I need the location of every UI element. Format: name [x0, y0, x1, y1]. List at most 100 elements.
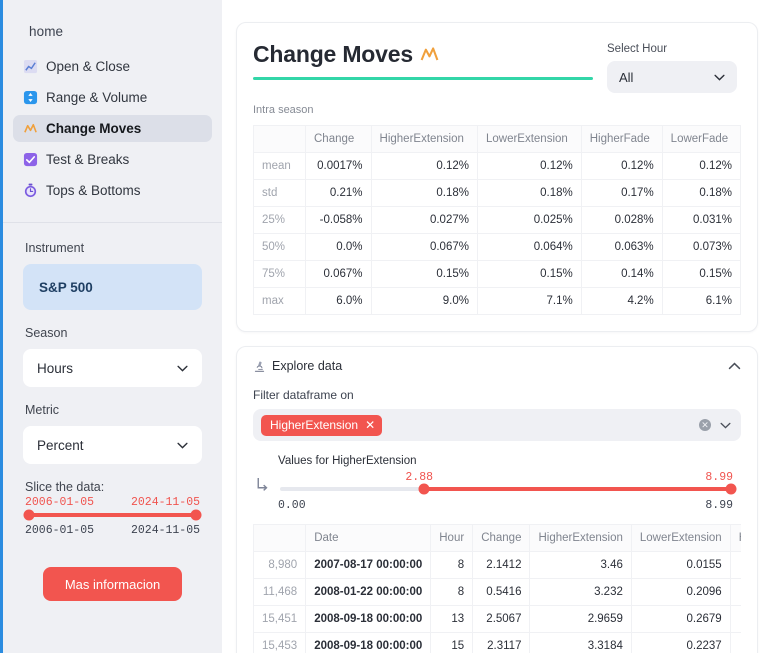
sidebar-item-change-moves[interactable]: Change Moves — [13, 115, 212, 142]
stats-cell: 0.067% — [305, 260, 372, 288]
dataframe-row-index: 11,468 — [253, 578, 307, 606]
value-slider-min: 0.00 — [278, 499, 306, 512]
multiselect-actions: ✕ — [699, 419, 731, 431]
table-row: 25% -0.058% 0.027% 0.025% 0.028% 0.031% — [253, 206, 742, 234]
stats-cell: 6.0% — [305, 287, 372, 315]
sidebar: home Open & Close Range & Volume Change … — [0, 0, 222, 653]
metric-select[interactable]: Percent — [23, 426, 202, 464]
chart-line-icon — [23, 59, 38, 74]
dataframe-col-header: LowerExtension — [630, 524, 731, 552]
value-slider-selected-high: 8.99 — [705, 471, 733, 484]
dataframe-cell: 2007-08-17 00:00:00 — [305, 551, 432, 579]
slider-track[interactable] — [23, 509, 202, 521]
stats-row-index: 25% — [253, 206, 306, 234]
date-range-slider[interactable]: 2006-01-05 2024-11-05 2006-01-05 2024-11… — [23, 496, 202, 537]
sidebar-item-open-close[interactable]: Open & Close — [13, 53, 212, 80]
dataframe-col-header: Change — [472, 524, 531, 552]
stats-cell: 0.12% — [580, 152, 663, 180]
stats-col-header: HigherFade — [580, 125, 663, 153]
table-row: 15,453 2008-09-18 00:00:00 15 2.3117 3.3184 0… — [253, 632, 741, 653]
dataframe-col-header: Date — [305, 524, 432, 552]
explore-title: Explore data — [253, 359, 342, 373]
stats-cell: 0.15% — [661, 260, 742, 288]
stats-cell: 0.18% — [661, 179, 742, 207]
dataframe-cell: 0.5416 — [472, 578, 531, 606]
slider-selected-values: 2006-01-05 2024-11-05 — [25, 496, 200, 509]
values-slider-body: Values for HigherExtension 2.88 8.99 0.0… — [278, 455, 741, 512]
value-slider-fill — [424, 487, 731, 491]
sidebar-controls: Instrument S&P 500 Season Hours Metric P… — [3, 241, 222, 601]
table-row: 8,980 2007-08-17 00:00:00 8 2.1412 3.46 0.015… — [253, 551, 741, 579]
select-hour-group: Select Hour All — [607, 41, 737, 93]
sidebar-home-link[interactable]: home — [3, 0, 222, 39]
sidebar-nav: Open & Close Range & Volume Change Moves — [3, 53, 222, 204]
dataframe-scroll[interactable]: Date Hour Change HigherExtension LowerExtens… — [253, 524, 741, 653]
instrument-value[interactable]: S&P 500 — [23, 264, 202, 310]
stats-cell: 0.12% — [476, 152, 582, 180]
stats-cell: 0.031% — [661, 206, 742, 234]
stats-cell: 0.12% — [370, 152, 478, 180]
dataframe-cell: 0.2237 — [630, 632, 731, 653]
stats-cell: 0.21% — [305, 179, 372, 207]
chevron-up-icon[interactable] — [728, 362, 741, 370]
filter-chip-label: HigherExtension — [270, 418, 359, 432]
mountain-icon — [420, 47, 439, 61]
dataframe-cell: 2008-01-22 00:00:00 — [305, 578, 432, 606]
season-select[interactable]: Hours — [23, 349, 202, 387]
dataframe-row-index: 15,453 — [253, 632, 307, 653]
chevron-down-icon[interactable] — [720, 422, 731, 429]
stats-col-header: LowerFade — [661, 125, 742, 153]
dataframe-col-header — [253, 524, 307, 552]
explore-data-card: Explore data Filter dataframe on HigherE… — [236, 346, 758, 653]
slider-thumb-min[interactable] — [23, 509, 35, 521]
dataframe-col-header: HigherExtension — [529, 524, 632, 552]
dataframe-cell: 8 — [430, 578, 474, 606]
filter-chip-higherextension[interactable]: HigherExtension ✕ — [261, 414, 383, 436]
dataframe-cell: 2008-09-18 00:00:00 — [305, 632, 432, 653]
sidebar-item-tops-bottoms[interactable]: Tops & Bottoms — [13, 177, 212, 204]
dataframe-cell: 2.6062 — [729, 578, 741, 606]
value-slider-thumb-high[interactable] — [725, 483, 737, 495]
stats-cell: 0.064% — [476, 233, 582, 261]
select-hour-label: Select Hour — [607, 43, 668, 55]
stats-cell: 0.063% — [580, 233, 663, 261]
stats-col-header: LowerExtension — [476, 125, 582, 153]
sidebar-item-range-volume[interactable]: Range & Volume — [13, 84, 212, 111]
slider-max-bound: 2024-11-05 — [130, 524, 200, 537]
stats-row-index: std — [253, 179, 306, 207]
slider-thumb-max[interactable] — [190, 509, 202, 521]
stats-cell: 0.12% — [661, 152, 742, 180]
table-row: mean 0.0017% 0.12% 0.12% 0.12% 0.12% — [253, 152, 742, 180]
statistics-table-body: mean 0.0017% 0.12% 0.12% 0.12% 0.12% std 0.21% 0… — [253, 152, 742, 315]
microscope-icon — [254, 361, 265, 372]
sidebar-item-label: Open & Close — [46, 59, 131, 74]
dataframe-cell: 2.5067 — [472, 605, 531, 633]
value-slider-thumb-low[interactable] — [418, 483, 430, 495]
table-header-row: Change HigherExtension LowerExtension Highe… — [253, 125, 742, 153]
chevron-down-icon — [714, 74, 725, 81]
filter-multiselect[interactable]: HigherExtension ✕ ✕ — [253, 409, 741, 441]
table-row: 75% 0.067% 0.15% 0.15% 0.14% 0.15% — [253, 260, 742, 288]
mas-informacion-button[interactable]: Mas informacion — [43, 567, 182, 601]
table-row: 11,468 2008-01-22 00:00:00 8 0.5416 3.232 0.2… — [253, 578, 741, 606]
select-hour-dropdown[interactable]: All — [607, 61, 737, 93]
slider-bounds: 2006-01-05 2024-11-05 — [25, 524, 200, 537]
stats-row-index: max — [253, 287, 306, 315]
slice-data-label: Slice the data: — [25, 480, 105, 494]
statistics-table: Change HigherExtension LowerExtension Highe… — [253, 125, 742, 315]
value-slider-track[interactable] — [280, 483, 737, 495]
sidebar-item-test-breaks[interactable]: Test & Breaks — [13, 146, 212, 173]
sidebar-divider — [3, 222, 222, 223]
clear-all-icon[interactable]: ✕ — [699, 419, 711, 431]
stats-cell: 0.14% — [580, 260, 663, 288]
table-row: 15,451 2008-09-18 00:00:00 13 2.5067 2.9659 0… — [253, 605, 741, 633]
dataframe-cell: 13 — [430, 605, 474, 633]
instrument-label: Instrument — [25, 241, 85, 255]
dataframe-table-body: 8,980 2007-08-17 00:00:00 8 2.1412 3.46 0.015… — [253, 551, 741, 653]
dataframe-cell: 2.3117 — [472, 632, 531, 653]
filter-dataframe-label: Filter dataframe on — [253, 388, 354, 402]
explore-header[interactable]: Explore data — [253, 359, 741, 373]
slider-selected-max: 2024-11-05 — [130, 496, 200, 509]
stats-cell: -0.058% — [305, 206, 372, 234]
close-icon[interactable]: ✕ — [365, 419, 375, 431]
